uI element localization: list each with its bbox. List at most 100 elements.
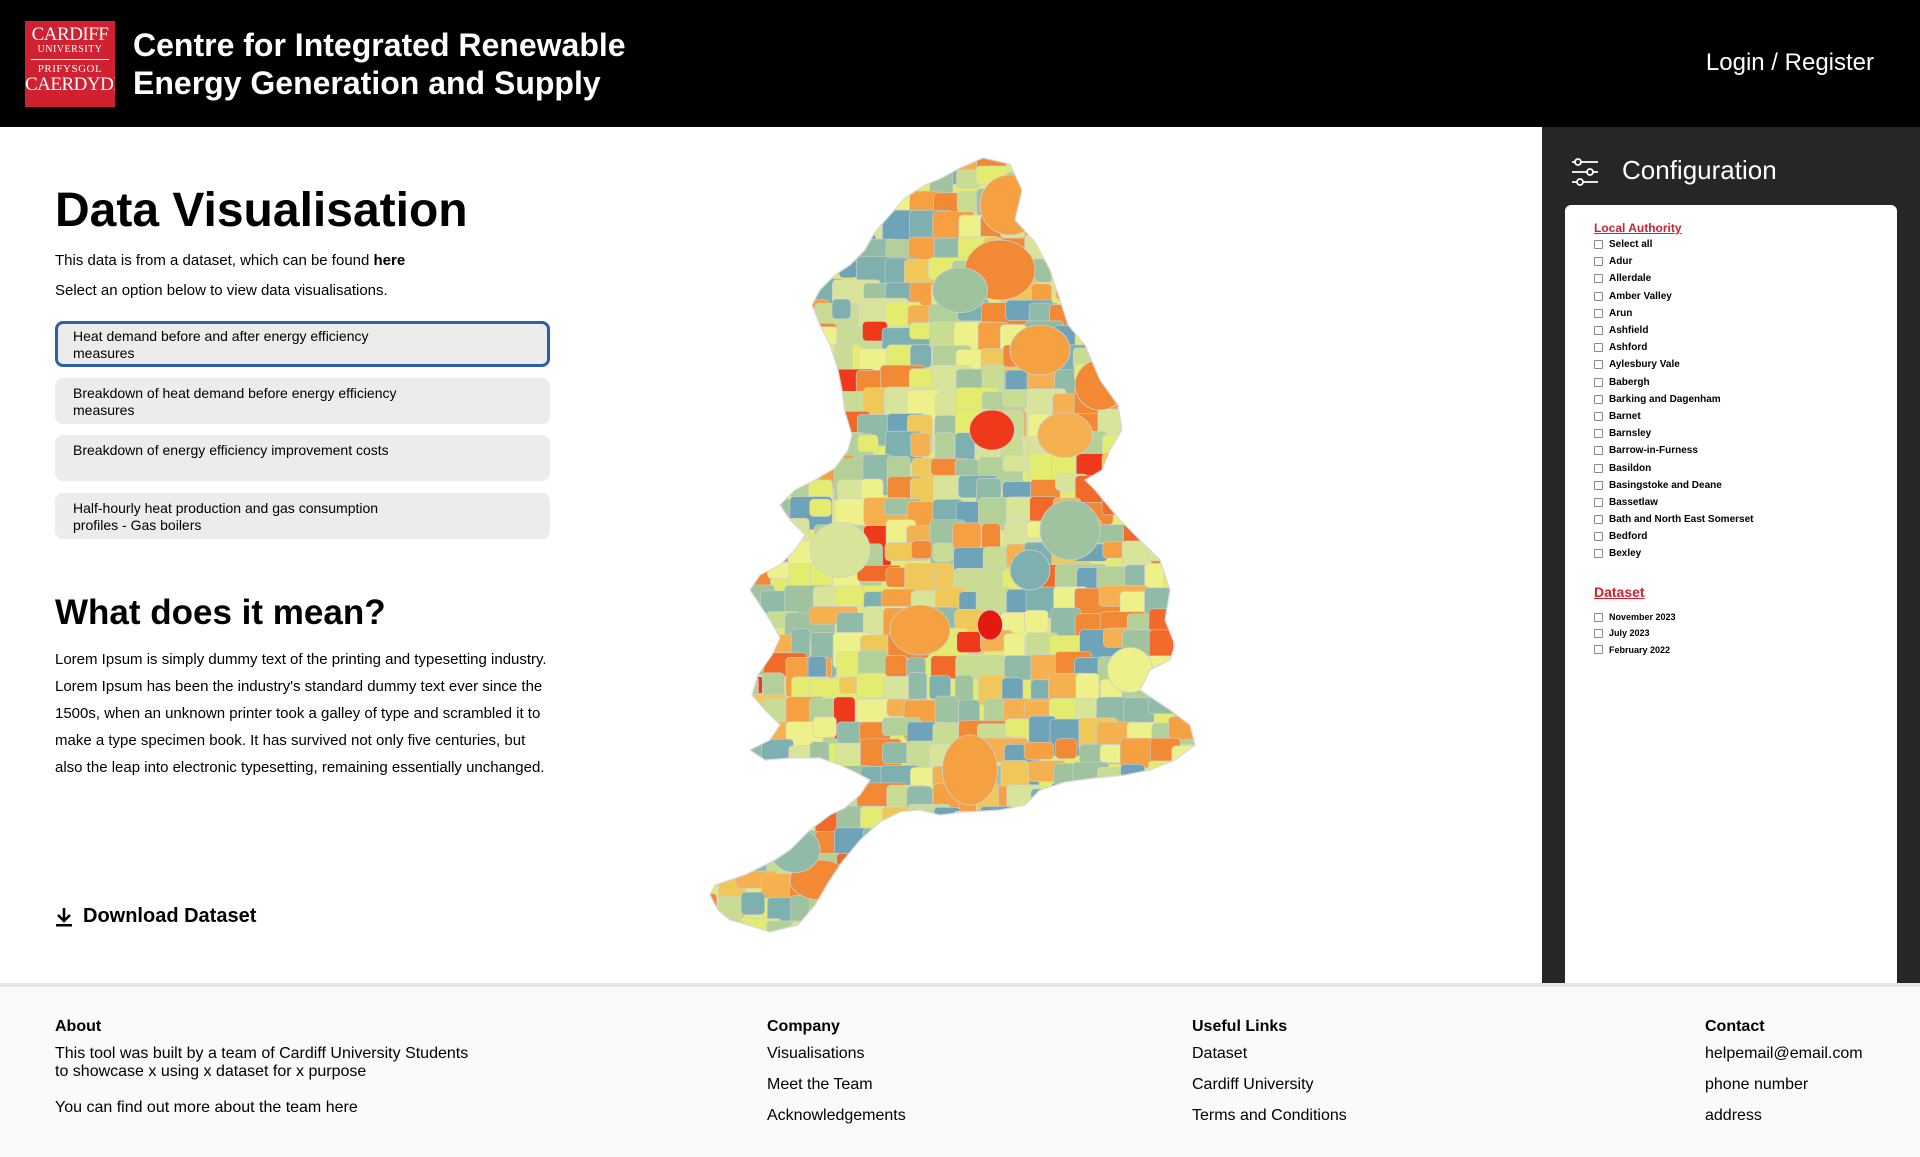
select-option-text: Select an option below to view data visu…	[55, 282, 388, 299]
dataset-heading[interactable]: Dataset	[1594, 584, 1645, 600]
local-authority-label: Babergh	[1609, 376, 1650, 388]
local-authority-option[interactable]: Select all	[1594, 236, 1753, 253]
local-authority-label: Bassetlaw	[1609, 496, 1658, 508]
option-heat-demand-breakdown[interactable]: Breakdown of heat demand before energy e…	[55, 378, 550, 424]
local-authority-label: Barnsley	[1609, 428, 1652, 440]
cardiff-university-logo[interactable]: CARDIFF UNIVERSITY PRIFYSGOL CAERDYDD	[25, 21, 115, 107]
footer-about: About This tool was built by a team of C…	[55, 1018, 468, 1117]
local-authority-option[interactable]: Barrow-in-Furness	[1594, 442, 1753, 459]
checkbox[interactable]	[1594, 274, 1603, 284]
footer-link-dataset[interactable]: Dataset	[1192, 1045, 1347, 1063]
checkbox[interactable]	[1594, 463, 1603, 473]
local-authority-option[interactable]: Barnet	[1594, 408, 1753, 425]
local-authority-option[interactable]: Bassetlaw	[1594, 494, 1753, 511]
local-authority-option[interactable]: Barnsley	[1594, 425, 1753, 442]
local-authority-option[interactable]: Babergh	[1594, 374, 1753, 391]
option-half-hourly-profiles[interactable]: Half-hourly heat production and gas cons…	[55, 493, 550, 539]
checkbox[interactable]	[1594, 645, 1603, 655]
footer-about-line1: This tool was built by a team of Cardiff…	[55, 1045, 469, 1062]
local-authority-label: Amber Valley	[1609, 290, 1672, 302]
footer-link-acknowledgements[interactable]: Acknowledgements	[767, 1107, 906, 1125]
local-authority-option[interactable]: Adur	[1594, 253, 1753, 270]
footer-useful-links: Useful Links Dataset Cardiff University …	[1192, 1018, 1347, 1138]
local-authority-option[interactable]: Allerdale	[1594, 270, 1753, 287]
checkbox[interactable]	[1594, 343, 1603, 353]
checkbox[interactable]	[1594, 308, 1603, 318]
footer-link-terms[interactable]: Terms and Conditions	[1192, 1107, 1347, 1125]
dataset-option[interactable]: July 2023	[1594, 625, 1676, 641]
local-authority-label: Select all	[1609, 239, 1653, 251]
page-title: Data Visualisation	[55, 184, 468, 237]
dataset-label: February 2022	[1609, 644, 1671, 655]
local-authority-option[interactable]: Basildon	[1594, 459, 1753, 476]
local-authority-label: Arun	[1609, 307, 1633, 319]
local-authority-option[interactable]: Amber Valley	[1594, 288, 1753, 305]
local-authority-heading[interactable]: Local Authority	[1594, 221, 1682, 235]
local-authority-option[interactable]: Ashford	[1594, 339, 1753, 356]
local-authority-label: Aylesbury Vale	[1609, 359, 1680, 371]
footer-link-cardiff-university[interactable]: Cardiff University	[1192, 1076, 1347, 1094]
checkbox[interactable]	[1594, 360, 1603, 370]
configuration-panel: Local Authority Select all Adur Allerdale A…	[1565, 205, 1897, 1015]
meaning-heading: What does it mean?	[55, 593, 386, 632]
dataset-option[interactable]: November 2023	[1594, 609, 1676, 625]
local-authority-label: Ashfield	[1609, 325, 1649, 337]
footer-useful-title: Useful Links	[1192, 1018, 1288, 1035]
configuration-sidebar: Configuration Local Authority Select all…	[1542, 127, 1920, 1015]
footer-contact: Contact helpemail@email.com phone number…	[1705, 1018, 1863, 1138]
local-authority-label: Adur	[1609, 256, 1633, 268]
checkbox[interactable]	[1594, 497, 1603, 507]
local-authority-option[interactable]: Bexley	[1594, 545, 1753, 562]
footer-company: Company Visualisations Meet the Team Ack…	[767, 1018, 906, 1138]
local-authority-option[interactable]: Basingstoke and Deane	[1594, 477, 1753, 494]
checkbox[interactable]	[1594, 411, 1603, 421]
heat-demand-map[interactable]	[670, 150, 1320, 960]
footer-link-meet-the-team[interactable]: Meet the Team	[767, 1076, 906, 1094]
checkbox[interactable]	[1594, 257, 1603, 267]
checkbox[interactable]	[1594, 515, 1603, 525]
footer-link-visualisations[interactable]: Visualisations	[767, 1045, 906, 1063]
local-authority-label: Ashford	[1609, 342, 1648, 354]
local-authority-option[interactable]: Arun	[1594, 305, 1753, 322]
dataset-option[interactable]: February 2022	[1594, 642, 1676, 658]
local-authority-option[interactable]: Aylesbury Vale	[1594, 356, 1753, 373]
checkbox[interactable]	[1594, 612, 1603, 622]
download-dataset-button[interactable]: Download Dataset	[55, 905, 256, 928]
footer-company-title: Company	[767, 1018, 840, 1035]
local-authority-label: Bath and North East Somerset	[1609, 514, 1754, 526]
footer-about-team-link[interactable]: You can find out more about the team her…	[55, 1099, 468, 1117]
checkbox[interactable]	[1594, 549, 1603, 559]
local-authority-option[interactable]: Bath and North East Somerset	[1594, 511, 1753, 528]
checkbox[interactable]	[1594, 240, 1603, 250]
option-heat-demand[interactable]: Heat demand before and after energy effi…	[55, 321, 550, 367]
checkbox[interactable]	[1594, 532, 1603, 542]
configuration-title: Configuration	[1622, 155, 1777, 185]
checkbox[interactable]	[1594, 377, 1603, 387]
checkbox[interactable]	[1594, 429, 1603, 439]
checkbox[interactable]	[1594, 628, 1603, 638]
local-authority-option[interactable]: Barking and Dagenham	[1594, 391, 1753, 408]
checkbox[interactable]	[1594, 326, 1603, 336]
local-authority-option[interactable]: Ashfield	[1594, 322, 1753, 339]
local-authority-label: Bexley	[1609, 548, 1642, 560]
site-header: CARDIFF UNIVERSITY PRIFYSGOL CAERDYDD Ce…	[0, 0, 1920, 127]
local-authority-label: Allerdale	[1609, 273, 1652, 285]
checkbox[interactable]	[1594, 291, 1603, 301]
footer-contact-phone: phone number	[1705, 1076, 1809, 1093]
option-efficiency-costs[interactable]: Breakdown of energy efficiency improveme…	[55, 435, 550, 481]
local-authority-list: Select all Adur Allerdale Amber Valley Arun A…	[1594, 236, 1753, 563]
checkbox[interactable]	[1594, 480, 1603, 490]
login-register-link[interactable]: Login / Register	[1706, 49, 1874, 77]
local-authority-label: Barnet	[1609, 410, 1641, 422]
footer-about-line2: to showcase x using x dataset for x purp…	[55, 1063, 367, 1080]
footer-contact-email[interactable]: helpemail@email.com	[1705, 1045, 1863, 1063]
download-dataset-label: Download Dataset	[83, 905, 257, 927]
checkbox[interactable]	[1594, 394, 1603, 404]
dataset-here-link[interactable]: here	[374, 252, 406, 269]
dataset-label: November 2023	[1609, 612, 1676, 623]
local-authority-option[interactable]: Bedford	[1594, 528, 1753, 545]
checkbox[interactable]	[1594, 446, 1603, 456]
meaning-text: Lorem Ipsum is simply dummy text of the …	[55, 651, 547, 776]
local-authority-label: Basingstoke and Deane	[1609, 479, 1722, 491]
footer-contact-address: address	[1705, 1107, 1762, 1124]
